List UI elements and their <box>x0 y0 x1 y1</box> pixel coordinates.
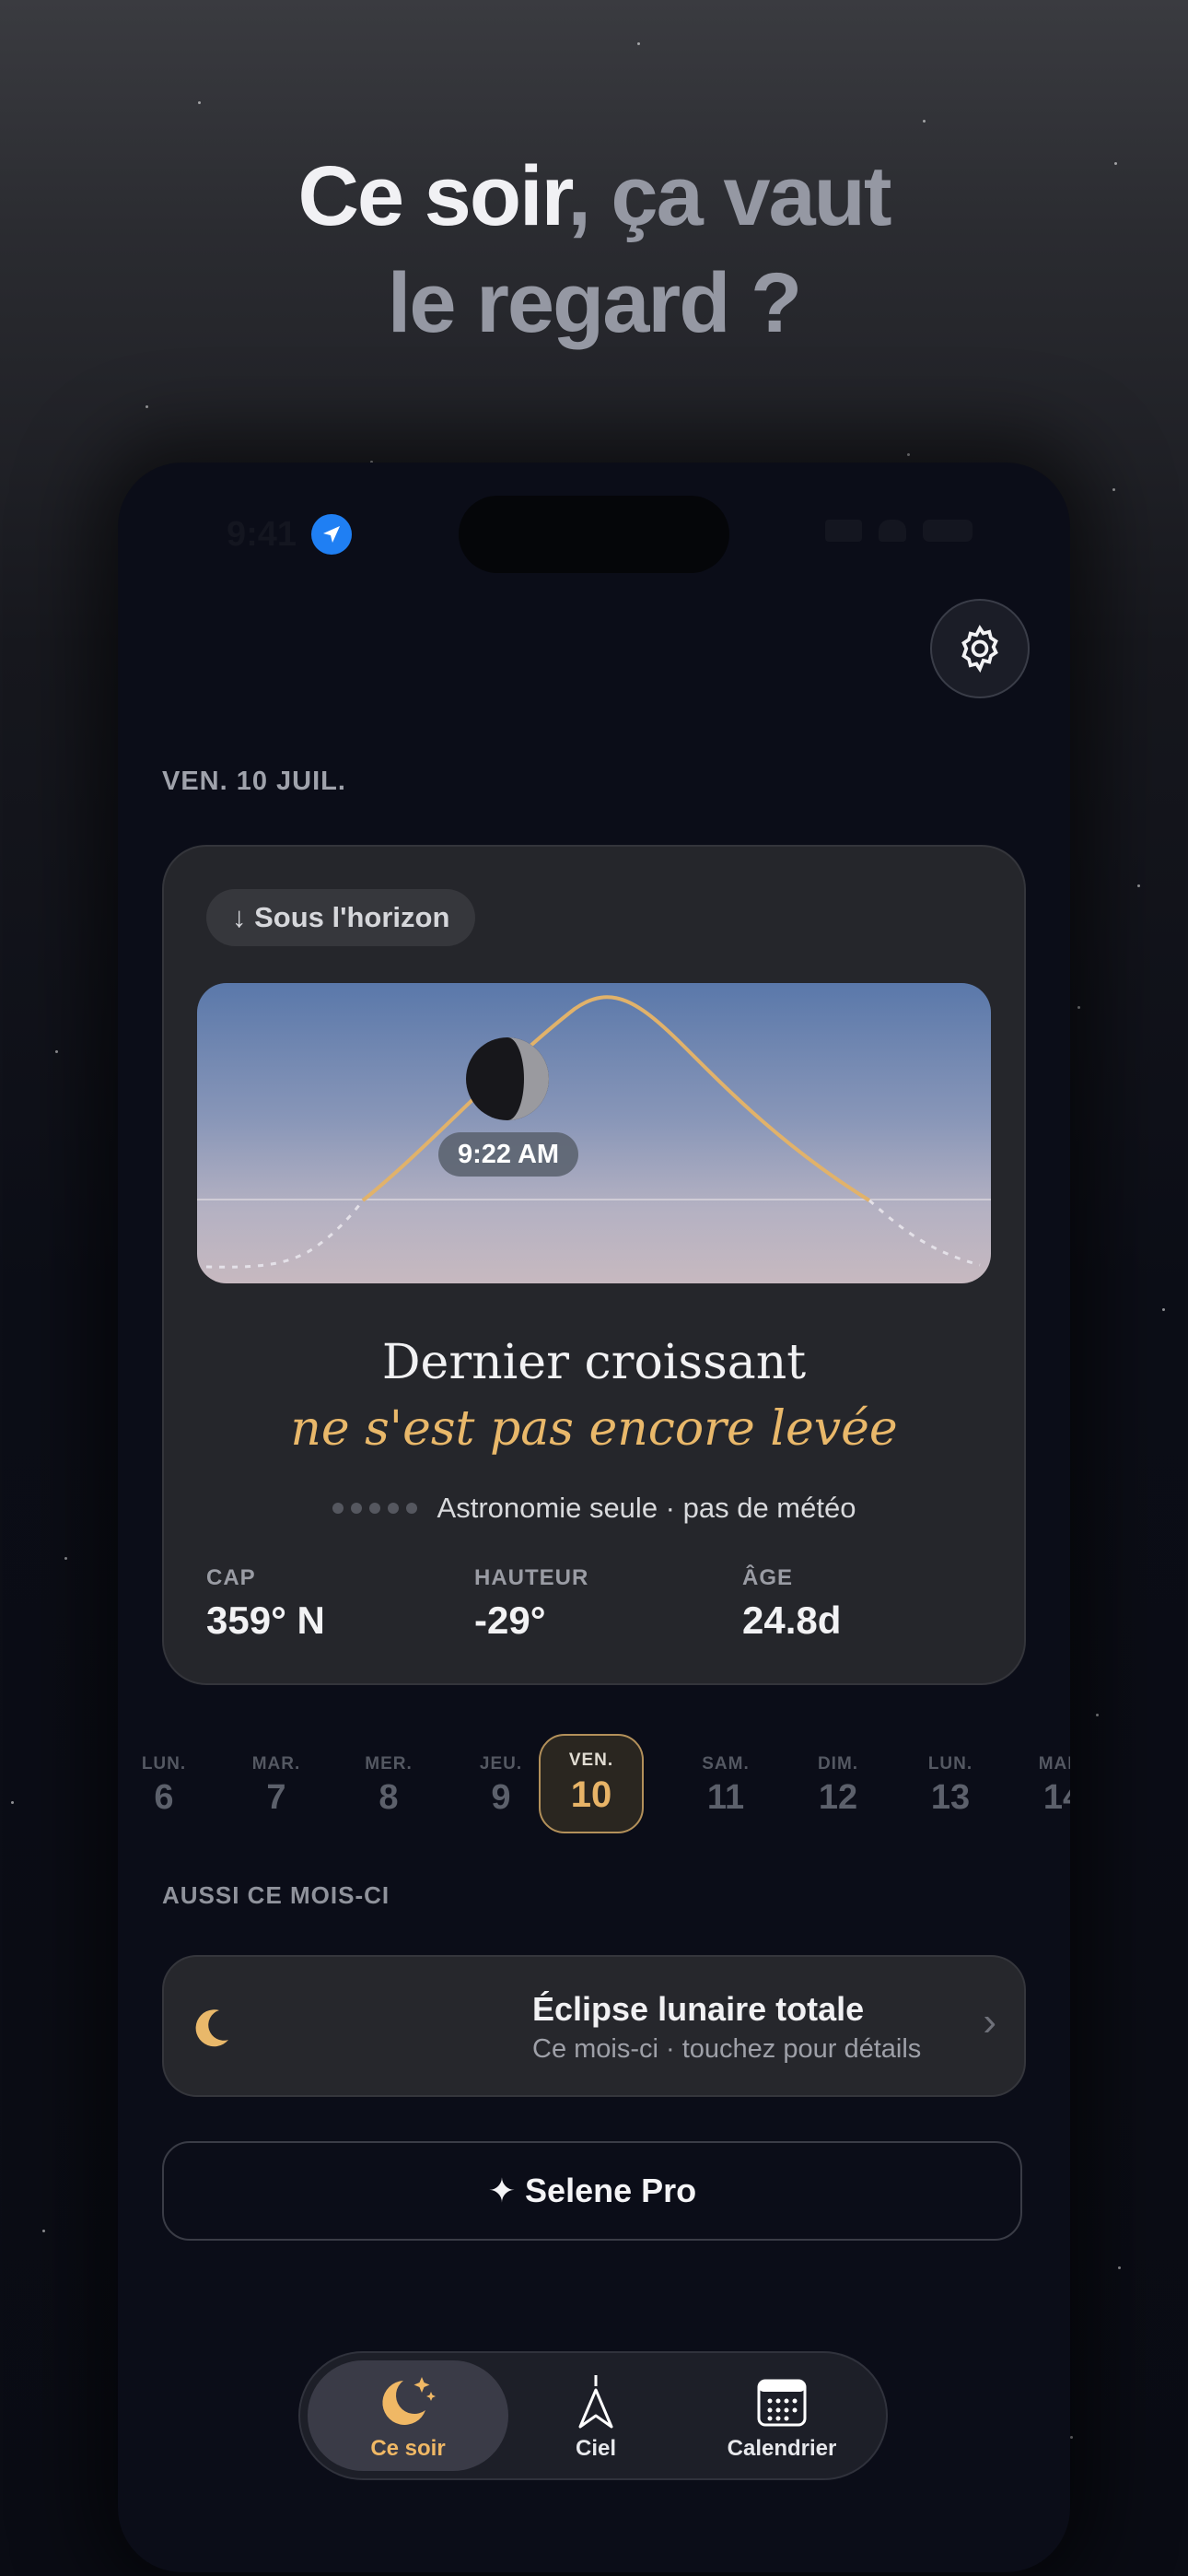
stat-altitude: HAUTEUR -29° <box>474 1565 588 1643</box>
day-number: 6 <box>154 1778 174 1817</box>
headline-soft-line2: le regard ? <box>387 256 802 350</box>
stat-label: HAUTEUR <box>474 1565 589 1590</box>
moon-card[interactable]: ↓ Sous l'horizon 9:22 AM Dernier croissa… <box>162 845 1026 1685</box>
day-number: 12 <box>818 1778 858 1817</box>
day-item[interactable]: SAM. 11 <box>675 1734 776 1818</box>
day-item[interactable]: MAR. 14 <box>1012 1734 1070 1818</box>
headline-strong: Ce soir <box>297 149 569 243</box>
dynamic-island <box>459 496 729 573</box>
day-name: MAR. <box>1038 1754 1070 1774</box>
day-item[interactable]: JEU. 9 <box>450 1734 552 1818</box>
horizon-badge: ↓ Sous l'horizon <box>206 889 476 946</box>
gear-icon <box>961 625 998 673</box>
moon-path-below <box>205 1200 365 1269</box>
tab-bar: Ce soir Ciel Calendrier <box>298 2351 888 2480</box>
moon-icon <box>466 1037 549 1120</box>
day-name: DIM. <box>817 1754 859 1774</box>
weather-note: Astronomie seule · pas de météo <box>437 1492 856 1524</box>
day-number: 7 <box>266 1778 286 1817</box>
stat-age: ÂGE 24.8d <box>742 1565 841 1643</box>
day-item[interactable]: MER. 8 <box>338 1734 439 1818</box>
day-number: 14 <box>1042 1778 1070 1817</box>
moon-phase-name: Dernier croissant <box>381 1335 807 1390</box>
weather-row: Astronomie seule · pas de météo <box>164 1492 1024 1525</box>
event-title: Éclipse lunaire totale <box>532 1990 865 2028</box>
phone-frame: 9:41 VEN. 10 JUIL. ↓ Sous l'horizon 9:22… <box>118 463 1070 2572</box>
date-label: VEN. 10 JUIL. <box>162 767 346 796</box>
day-number: 10 <box>570 1774 612 1815</box>
day-name: MAR. <box>251 1754 301 1774</box>
day-name: SAM. <box>702 1754 750 1774</box>
wifi-icon <box>879 520 906 542</box>
calendar-icon <box>757 2379 807 2427</box>
day-item[interactable]: DIM. 12 <box>787 1734 889 1818</box>
stat-value: 359° N <box>206 1598 325 1642</box>
stat-value: -29° <box>474 1598 546 1642</box>
tab-label: Ciel <box>575 2436 616 2461</box>
day-name: MER. <box>365 1754 413 1774</box>
day-name: VEN. <box>568 1751 614 1770</box>
day-item[interactable]: LUN. 13 <box>900 1734 1001 1818</box>
moon-path-below-right <box>868 1199 981 1267</box>
tab-calendrier[interactable]: Calendrier <box>681 2360 882 2471</box>
day-name: LUN. <box>927 1754 973 1774</box>
stat-value: 24.8d <box>742 1598 842 1642</box>
day-name: JEU. <box>479 1754 523 1774</box>
chevron-right-icon: › <box>983 1999 996 2044</box>
moon-stars-icon <box>382 2377 436 2425</box>
headline-soft: , ça vaut <box>567 149 891 243</box>
weather-dots <box>332 1503 417 1514</box>
signal-icon <box>825 520 862 542</box>
status-bar-left: 9:41 <box>227 514 353 555</box>
status-bar-right <box>825 520 973 542</box>
compass-arrow-icon <box>578 2375 613 2429</box>
section-label: AUSSI CE MOIS-CI <box>162 1881 390 1909</box>
moon-path-above <box>361 995 871 1202</box>
crescent-moon-icon <box>195 2009 228 2047</box>
day-name: LUN. <box>141 1754 187 1774</box>
day-number: 8 <box>379 1778 399 1817</box>
settings-button[interactable] <box>930 599 1030 698</box>
selene-pro-button[interactable]: ✦ Selene Pro <box>162 2141 1022 2241</box>
day-number: 11 <box>706 1778 745 1817</box>
day-item[interactable]: LUN. 6 <box>118 1734 215 1818</box>
status-time: 9:41 <box>227 514 297 554</box>
tab-ciel[interactable]: Ciel <box>495 2360 696 2471</box>
moon-path-graph: 9:22 AM <box>197 983 991 1283</box>
day-number: 13 <box>930 1778 971 1817</box>
day-item-selected[interactable]: VEN. 10 <box>539 1734 644 1833</box>
event-subtitle: Ce mois-ci · touchez pour détails <box>532 2034 922 2064</box>
headline: Ce soir, ça vaut le regard ? <box>0 143 1188 357</box>
moon-status: ne s'est pas encore levée <box>290 1401 898 1457</box>
stat-heading: CAP 359° N <box>206 1565 325 1643</box>
battery-icon <box>923 520 973 542</box>
tab-label: Calendrier <box>727 2436 837 2461</box>
day-number: 9 <box>491 1778 511 1817</box>
stat-label: ÂGE <box>742 1565 794 1590</box>
stat-label: CAP <box>206 1565 256 1590</box>
tab-ce-soir[interactable]: Ce soir <box>308 2360 508 2471</box>
moon-time: 9:22 AM <box>458 1140 559 1169</box>
day-item[interactable]: MAR. 7 <box>226 1734 327 1818</box>
day-strip: LUN. 6 MAR. 7 MER. 8 JEU. 9 VEN. 10 SAM. 11 DI… <box>118 1734 1070 1835</box>
eclipse-event-card[interactable]: Éclipse lunaire totale Ce mois-ci · touc… <box>162 1955 1026 2097</box>
tab-label: Ce soir <box>370 2436 446 2461</box>
location-arrow-icon <box>311 514 353 555</box>
